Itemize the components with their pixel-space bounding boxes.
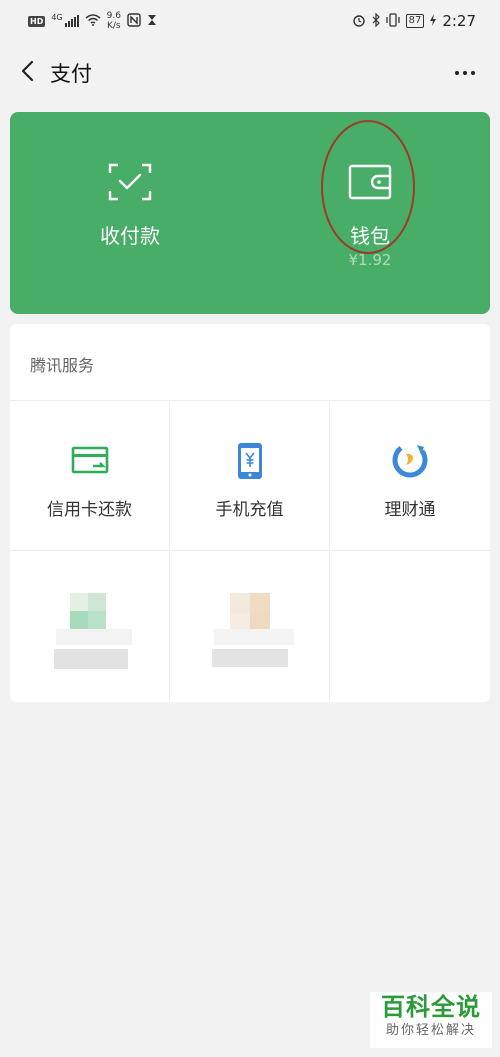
receive-payment-button[interactable]: 收付款 [10,112,250,314]
alarm-icon [352,13,366,30]
status-left: HD 4G 9.6 K/s [28,11,157,31]
network-type: 4G [51,13,63,22]
bluetooth-icon [372,12,380,30]
charging-icon [430,13,437,29]
scan-check-icon [108,160,152,204]
nav-header: 支付 [0,44,500,102]
credit-card-icon [71,441,109,481]
wallet-icon [348,160,392,204]
service-item-empty [330,550,490,700]
speed-unit: K/s [106,21,121,31]
more-dots-icon [455,71,459,75]
phone-recharge-item[interactable]: 手机充值 [170,400,330,550]
hd-badge: HD [28,15,46,27]
wallet-balance: ¥1.92 [348,251,392,269]
credit-card-repay-label: 信用卡还款 [47,500,132,520]
wifi-icon [85,13,101,29]
phone-yuan-icon [237,441,263,481]
watermark-subtitle: 助你轻松解决 [385,1023,476,1038]
vibrate-icon [385,12,400,30]
receive-payment-label: 收付款 [100,224,160,248]
tencent-services-panel: 腾讯服务 信用卡还款 手机充值 理财通 [10,324,490,702]
more-dot [463,71,467,75]
back-button[interactable] [12,58,42,88]
licaitong-icon [391,441,429,481]
status-right: 87 2:27 [352,12,476,30]
hourglass-icon [147,14,157,29]
page-title: 支付 [50,62,92,86]
wallet-button[interactable]: 钱包 ¥1.92 [250,112,490,314]
watermark-logo: 百科全说 助你轻松解决 [370,992,492,1048]
licaitong-item[interactable]: 理财通 [330,400,490,550]
service-item-blurred-1[interactable] [10,550,170,700]
watermark-title: 百科全说 [381,993,481,1021]
blurred-icon-1 [54,593,132,681]
service-item-blurred-2[interactable] [170,550,330,700]
phone-recharge-label: 手机充值 [215,500,284,520]
battery-level: 87 [405,14,425,28]
credit-card-repay-item[interactable]: 信用卡还款 [10,400,170,550]
services-title: 腾讯服务 [30,356,95,375]
nfc-icon [127,12,141,30]
pay-card: 收付款 钱包 ¥1.92 [10,112,490,314]
licaitong-label: 理财通 [384,500,436,520]
chevron-left-icon [20,60,34,86]
more-dot [471,71,475,75]
network-speed: 9.6 K/s [107,11,121,31]
status-bar: HD 4G 9.6 K/s 87 2:27 [0,0,500,42]
speed-value: 9.6 [106,11,121,21]
clock: 2:27 [442,12,476,30]
signal-icon [64,15,79,27]
more-button[interactable] [450,58,480,88]
blurred-icon-2 [212,593,294,681]
wallet-label: 钱包 [350,224,390,248]
